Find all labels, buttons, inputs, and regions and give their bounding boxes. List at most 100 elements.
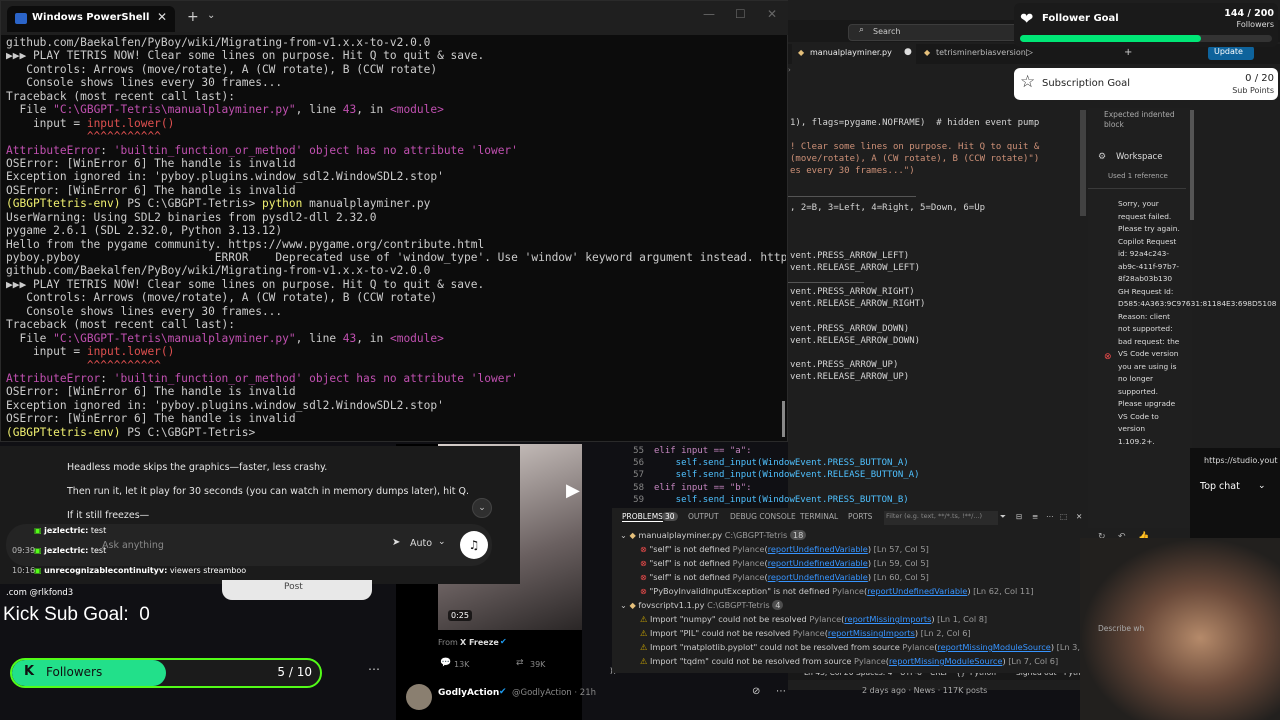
search-icon: ⌕ bbox=[859, 25, 865, 35]
code-line: 58 elif input == "b": bbox=[610, 483, 1090, 495]
more-icon[interactable]: ⋯ bbox=[1046, 512, 1054, 521]
chat-username[interactable]: unrecognizablecontinuityv: bbox=[44, 566, 167, 575]
list-view-icon[interactable]: ≡ bbox=[1032, 512, 1038, 521]
tab-label: manualplayminer.py bbox=[810, 48, 892, 57]
problem-item[interactable]: ⊗ "PyBoyInvalidInputException" is not de… bbox=[620, 584, 1084, 598]
close-window-icon[interactable]: ✕ bbox=[767, 7, 777, 21]
panel-scrollbar[interactable] bbox=[1190, 110, 1194, 220]
url-bar[interactable]: https://studio.yout bbox=[1204, 456, 1277, 465]
code-lines-visible[interactable]: 55 elif input == "a": 56 self.send_input(W… bbox=[610, 446, 1090, 510]
problem-item[interactable]: ⊗ "self" is not defined Pylance(reportUn… bbox=[620, 570, 1084, 584]
play-icon[interactable]: ▶ bbox=[566, 480, 580, 501]
grok-icon[interactable]: ⊘ bbox=[752, 686, 760, 697]
tab-problems[interactable]: PROBLEMS bbox=[622, 512, 663, 522]
code-editor[interactable]: 1), flags=pygame.NOFRAME) # hidden event… bbox=[790, 118, 1090, 448]
problem-location: [Ln 1, Col 8] bbox=[937, 614, 988, 624]
code-text: self.send_input(WindowEvent.RELEASE_BUTT… bbox=[654, 470, 920, 481]
author-name[interactable]: GodlyAction bbox=[438, 688, 499, 698]
tab-terminal[interactable]: TERMINAL bbox=[800, 512, 838, 521]
terminal-line: OSError: [WinError 6] The handle is inva… bbox=[6, 385, 786, 398]
problem-file-row[interactable]: ⌄ ◆ fovscriptv1.1.py C:\GBGPT-Tetris 4 bbox=[620, 598, 1084, 612]
minimize-icon[interactable]: — bbox=[703, 7, 715, 21]
line-number: 55 bbox=[633, 446, 644, 456]
retweet-icon[interactable]: ⇄ bbox=[516, 658, 524, 668]
more-icon[interactable]: ⋯ bbox=[368, 662, 380, 676]
panel-tabs: PROBLEMS 30 OUTPUT DEBUG CONSOLE TERMINA… bbox=[622, 511, 1082, 526]
views-icon[interactable]: 💬 bbox=[440, 658, 451, 668]
new-tab-icon[interactable]: + bbox=[187, 9, 199, 25]
post-meta: 2 days ago · News · 117K posts bbox=[862, 686, 988, 695]
from-account[interactable]: X Freeze bbox=[460, 638, 499, 647]
tab-debug-console[interactable]: DEBUG CONSOLE bbox=[730, 512, 796, 521]
problem-item[interactable]: ⊗ "self" is not defined Pylance(reportUn… bbox=[620, 542, 1084, 556]
code-line: , 2=B, 3=Left, 4=Right, 5=Down, 6=Up bbox=[790, 202, 986, 213]
top-chat-dropdown[interactable]: Top chat bbox=[1200, 481, 1240, 492]
terminal-text: OSError: [WinError 6] The handle is inva… bbox=[6, 412, 296, 426]
problems-count-badge: 30 bbox=[662, 512, 678, 521]
avatar[interactable] bbox=[406, 684, 432, 710]
chevron-down-icon[interactable]: ⌄ bbox=[1258, 481, 1266, 491]
chevron-down-icon[interactable]: ⌄ bbox=[438, 537, 446, 547]
collapse-all-icon[interactable]: ⊟ bbox=[1016, 512, 1022, 521]
scrollbar-minimap[interactable] bbox=[1080, 110, 1086, 216]
stream-handle: .com @rlkfond3 bbox=[6, 588, 74, 598]
terminal-line: OSError: [WinError 6] The handle is inva… bbox=[6, 184, 786, 197]
problem-rule-link[interactable]: reportMissingModuleSource bbox=[937, 642, 1050, 652]
line-number: 59 bbox=[633, 494, 644, 505]
update-button[interactable]: Update bbox=[1208, 46, 1254, 60]
problem-rule-link[interactable]: reportMissingModuleSource bbox=[889, 656, 1002, 666]
terminal-scrollbar[interactable] bbox=[782, 401, 785, 437]
split-editor-icon[interactable]: + bbox=[1124, 47, 1132, 58]
code-text: elif input == "b": bbox=[654, 482, 752, 493]
problems-filter-input[interactable]: Filter (e.g. text, **/*.ts, !**/...) bbox=[884, 511, 998, 525]
problem-rule-link[interactable]: reportUndefinedVariable bbox=[768, 558, 868, 568]
maximize-icon[interactable]: ☐ bbox=[735, 7, 746, 21]
problem-item[interactable]: ⚠ Import "matplotlib.pyplot" could not b… bbox=[620, 640, 1107, 654]
run-icon[interactable]: ▷ bbox=[1026, 48, 1033, 58]
problem-file-row[interactable]: ⌄ ◆ manualplayminer.py C:\GBGPT-Tetris 1… bbox=[620, 528, 1084, 542]
follower-goal-unit: Followers bbox=[1236, 20, 1274, 29]
terminal-text: Traceback (most recent call last): bbox=[6, 89, 236, 103]
terminal-text: "C:\GBGPT-Tetris\manualplayminer.py" bbox=[53, 331, 296, 345]
more-icon[interactable]: ⋯ bbox=[776, 686, 786, 697]
problem-rule-link[interactable]: reportMissingImports bbox=[844, 614, 931, 624]
tab-powershell[interactable]: Windows PowerShell ✕ bbox=[7, 6, 175, 32]
problem-rule-link[interactable]: reportUndefinedVariable bbox=[768, 572, 868, 582]
warning-icon: ⚠ bbox=[640, 628, 648, 638]
scroll-down-button[interactable]: ⌄ bbox=[472, 498, 492, 518]
voice-button[interactable]: ♫ bbox=[460, 531, 488, 559]
mode-select[interactable]: Auto bbox=[410, 538, 432, 549]
terminal-line: Console shows lines every 30 frames... bbox=[6, 76, 786, 89]
terminal-line: (GBGPTtetris-env) PS C:\GBGPT-Tetris> bbox=[6, 426, 786, 439]
problem-item[interactable]: ⚠ Import "PIL" could not be resolved Pyl… bbox=[620, 626, 1084, 640]
filter-icon[interactable]: ⏷ bbox=[1000, 512, 1006, 522]
maximize-panel-icon[interactable]: ⬚ bbox=[1060, 512, 1067, 521]
tab-manualplayminer[interactable]: ◆ manualplayminer.py ● bbox=[792, 44, 916, 64]
post-button[interactable]: Post bbox=[222, 580, 372, 600]
problem-message: "PyBoyInvalidInputException" is not defi… bbox=[649, 586, 830, 596]
chevron-down-icon[interactable]: ⌄ bbox=[207, 10, 215, 21]
problem-rule-link[interactable]: reportMissingImports bbox=[828, 628, 915, 638]
tab-output[interactable]: OUTPUT bbox=[688, 512, 719, 521]
problem-rule-link[interactable]: reportUndefinedVariable bbox=[867, 586, 967, 596]
close-tab-icon[interactable]: ✕ bbox=[157, 10, 167, 24]
command-search[interactable]: ⌕ Search bbox=[848, 24, 1020, 41]
reference-label[interactable]: Used 1 reference bbox=[1108, 172, 1168, 180]
message-time: 10:16 bbox=[12, 566, 36, 575]
close-panel-icon[interactable]: ✕ bbox=[1076, 512, 1082, 521]
problem-rule-link[interactable]: reportUndefinedVariable bbox=[768, 544, 868, 554]
describe-input[interactable]: Describe wh bbox=[1098, 624, 1144, 633]
problem-item[interactable]: ⚠ Import "tqdm" could not be resolved fr… bbox=[620, 654, 1084, 668]
problem-item[interactable]: ⚠ Import "numpy" could not be resolved P… bbox=[620, 612, 1084, 626]
chat-username[interactable]: jezlectric: bbox=[44, 546, 88, 555]
terminal-line: File "C:\GBGPT-Tetris\manualplayminer.py… bbox=[6, 103, 786, 116]
warning-icon: ⚠ bbox=[640, 642, 648, 652]
tab-tetrisminerbias[interactable]: ◆ tetrisminerbiasversion bbox=[920, 44, 1028, 64]
chat-username[interactable]: jezlectric: bbox=[44, 526, 88, 535]
tab-ports[interactable]: PORTS bbox=[848, 512, 872, 521]
modified-dot-icon: ● bbox=[904, 47, 912, 57]
terminal-output[interactable]: github.com/Baekalfen/PyBoy/wiki/Migratin… bbox=[6, 36, 786, 439]
problem-item[interactable]: ⊗ "self" is not defined Pylance(reportUn… bbox=[620, 556, 1084, 570]
